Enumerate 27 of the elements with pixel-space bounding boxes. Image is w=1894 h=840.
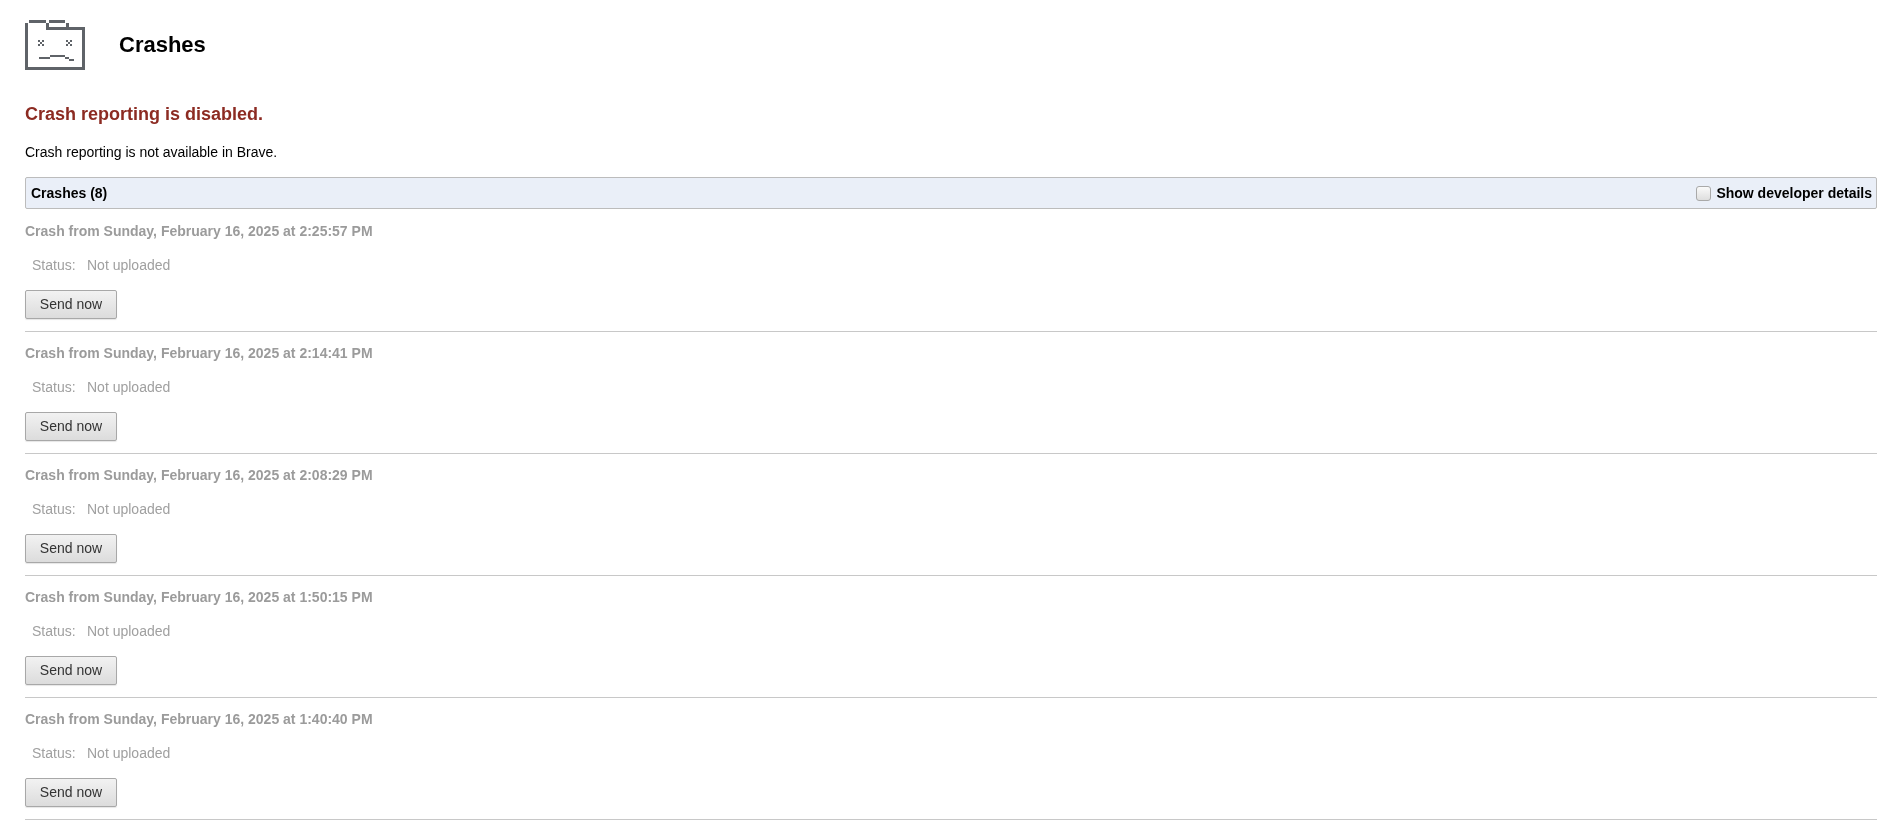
status-label: Status: (32, 500, 77, 519)
checkbox-label[interactable]: Show developer details (1716, 182, 1872, 204)
status-label: Status: (32, 378, 77, 397)
send-now-button[interactable]: Send now (25, 290, 117, 319)
status-label: Status: (32, 256, 77, 275)
notice-message: Crash reporting is not available in Brave. (25, 143, 279, 162)
status-value: Not uploaded (87, 744, 171, 763)
send-now-button[interactable]: Send now (25, 534, 117, 563)
notice-heading: Crash reporting is disabled. (25, 103, 265, 126)
send-now-button[interactable]: Send now (25, 656, 117, 685)
status-value: Not uploaded (87, 500, 171, 519)
sad-folder-icon (25, 20, 85, 70)
crash-title: Crash from Sunday, February 16, 2025 at 1:40:40 PM (25, 710, 374, 729)
status-label: Status: (32, 744, 77, 763)
status-label: Status: (32, 622, 77, 641)
page-title: Crashes (119, 31, 206, 59)
crash-title: Crash from Sunday, February 16, 2025 at 2:08:29 PM (25, 466, 374, 485)
crash-title: Crash from Sunday, February 16, 2025 at 2:25:57 PM (25, 222, 374, 241)
send-now-button[interactable]: Send now (25, 412, 117, 441)
status-value: Not uploaded (87, 622, 171, 641)
crashes-heading: Crashes (8) (31, 183, 108, 203)
status-value: Not uploaded (87, 256, 171, 275)
status-value: Not uploaded (87, 378, 171, 397)
send-now-button[interactable]: Send now (25, 778, 117, 807)
crash-title: Crash from Sunday, February 16, 2025 at 1:50:15 PM (25, 588, 374, 607)
crash-title: Crash from Sunday, February 16, 2025 at 2:14:41 PM (25, 344, 374, 363)
checkbox[interactable] (1696, 185, 1712, 201)
